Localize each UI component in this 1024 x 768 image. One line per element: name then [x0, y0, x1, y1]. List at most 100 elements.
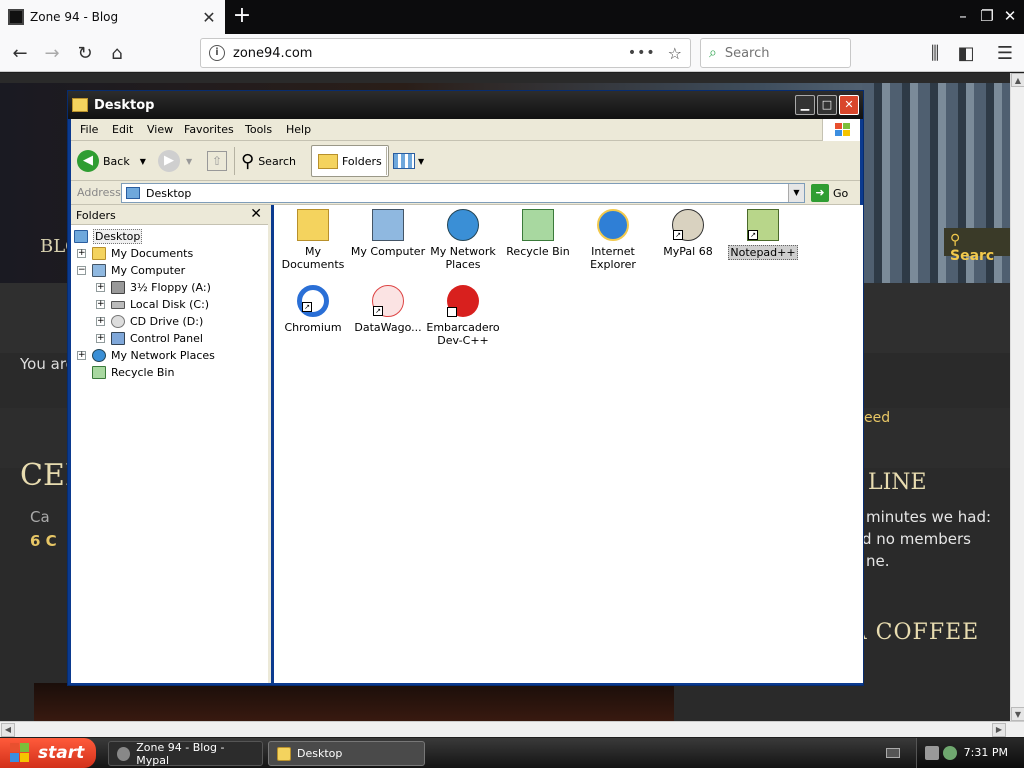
- menu-view[interactable]: View: [147, 123, 173, 136]
- tree-item-recycle-bin[interactable]: Recycle Bin: [92, 364, 174, 381]
- desktop-item[interactable]: ↗ DataWago...: [349, 285, 427, 334]
- desktop-item[interactable]: ↗ MyPal 68: [649, 209, 727, 258]
- tree-item-label[interactable]: Local Disk (C:): [130, 298, 209, 311]
- forward-arrow-icon[interactable]: →: [38, 40, 66, 68]
- menu-icon[interactable]: ☰: [991, 40, 1019, 68]
- desktop-item[interactable]: Recycle Bin: [499, 209, 577, 258]
- tree-item-label[interactable]: Recycle Bin: [111, 366, 174, 379]
- tree-item-label[interactable]: My Computer: [111, 264, 185, 277]
- back-button[interactable]: ◀ Back ▼: [77, 145, 146, 177]
- tree-item-label[interactable]: My Network Places: [111, 349, 215, 362]
- address-input[interactable]: Desktop ▼: [121, 183, 805, 203]
- menu-edit[interactable]: Edit: [112, 123, 133, 136]
- folders-button[interactable]: Folders: [311, 145, 389, 177]
- address-value[interactable]: Desktop: [146, 187, 191, 200]
- scroll-right-icon[interactable]: ▶: [992, 723, 1006, 737]
- tree-item-desktop[interactable]: Desktop: [74, 228, 143, 245]
- sidebar-icon[interactable]: ◧: [952, 40, 980, 68]
- post-comments[interactable]: 6 C: [30, 532, 57, 550]
- maximize-icon[interactable]: □: [817, 95, 837, 115]
- chevron-down-icon[interactable]: ▼: [418, 157, 424, 166]
- site-search-label[interactable]: Searc: [950, 248, 994, 264]
- expand-icon[interactable]: +: [77, 351, 86, 360]
- menu-tools[interactable]: Tools: [245, 123, 272, 136]
- library-icon[interactable]: ⫼: [921, 40, 949, 68]
- keyboard-icon[interactable]: [886, 748, 900, 758]
- close-icon[interactable]: ✕: [999, 5, 1021, 27]
- expand-icon[interactable]: +: [96, 317, 105, 326]
- close-icon[interactable]: ✕: [839, 95, 859, 115]
- clock[interactable]: 7:31 PM: [964, 746, 1008, 759]
- tree-item-label[interactable]: CD Drive (D:): [130, 315, 203, 328]
- info-icon[interactable]: i: [209, 45, 225, 61]
- minimize-icon[interactable]: ▁: [795, 95, 815, 115]
- network-icon: [447, 209, 479, 241]
- desktop-item[interactable]: ↗ Notepad++: [724, 209, 802, 260]
- desktop-item[interactable]: My Computer: [349, 209, 427, 258]
- search-input[interactable]: ⌕ Search: [700, 38, 851, 68]
- desktop-item[interactable]: ↗ Chromium: [274, 285, 352, 334]
- minimize-icon[interactable]: –: [952, 5, 974, 27]
- taskbar-item-browser[interactable]: Zone 94 - Blog - Mypal: [108, 741, 263, 767]
- views-button[interactable]: ▼: [393, 145, 424, 177]
- tree-item-my-computer[interactable]: − My Computer: [77, 262, 185, 279]
- search-button[interactable]: ⚲ Search: [241, 145, 296, 177]
- new-tab-button[interactable]: +: [229, 4, 255, 30]
- tree-item-label[interactable]: Desktop: [93, 229, 143, 244]
- tree-item-cd-drive[interactable]: + CD Drive (D:): [96, 313, 203, 330]
- up-button[interactable]: ⇧: [207, 145, 227, 177]
- go-button[interactable]: ➜ Go: [811, 183, 848, 203]
- collapse-icon[interactable]: −: [77, 266, 86, 275]
- url-bar[interactable]: i zone94.com ••• ☆: [200, 38, 691, 68]
- scroll-left-icon[interactable]: ◀: [1, 723, 15, 737]
- menu-help[interactable]: Help: [286, 123, 311, 136]
- desktop-item[interactable]: Internet Explorer: [574, 209, 652, 271]
- tree-item-label[interactable]: My Documents: [111, 247, 193, 260]
- taskbar-item-desktop[interactable]: Desktop: [268, 741, 425, 766]
- scroll-up-icon[interactable]: ▲: [1011, 73, 1024, 87]
- folders-label: Folders: [342, 154, 382, 168]
- menu-file[interactable]: File: [80, 123, 98, 136]
- online-line: minutes we had:: [866, 508, 992, 526]
- expand-icon[interactable]: +: [96, 300, 105, 309]
- post-category[interactable]: Ca: [30, 508, 50, 526]
- taskbar: start Zone 94 - Blog - Mypal Desktop 7:3…: [0, 738, 1024, 768]
- chevron-down-icon[interactable]: ▼: [788, 184, 804, 202]
- security-shield-icon[interactable]: [943, 746, 957, 760]
- explorer-title-bar[interactable]: Desktop ▁ □ ✕: [68, 91, 863, 119]
- expand-icon[interactable]: +: [96, 334, 105, 343]
- tree-item-control-panel[interactable]: + Control Panel: [96, 330, 203, 347]
- tree-item-local-disk[interactable]: + Local Disk (C:): [96, 296, 209, 313]
- expand-icon[interactable]: +: [77, 249, 86, 258]
- site-search-button[interactable]: ⚲ Searc: [944, 228, 1010, 264]
- chevron-down-icon[interactable]: ▼: [186, 157, 192, 166]
- desktop-item[interactable]: My Network Places: [424, 209, 502, 271]
- menu-favorites[interactable]: Favorites: [184, 123, 234, 136]
- desktop-item[interactable]: ↗ Embarcadero Dev-C++: [424, 285, 502, 347]
- chevron-down-icon[interactable]: ▼: [140, 157, 146, 166]
- browser-tab[interactable]: Zone 94 - Blog ✕: [0, 0, 225, 34]
- desktop-item[interactable]: My Documents: [274, 209, 352, 271]
- home-icon[interactable]: ⌂: [103, 40, 131, 68]
- reload-icon[interactable]: ↻: [71, 40, 99, 68]
- page-horizontal-scrollbar[interactable]: ◀ ▶: [0, 721, 1024, 737]
- expand-icon[interactable]: +: [96, 283, 105, 292]
- page-vertical-scrollbar[interactable]: ▲ ▼: [1010, 73, 1024, 721]
- scroll-down-icon[interactable]: ▼: [1011, 707, 1024, 721]
- back-arrow-icon[interactable]: ←: [6, 40, 34, 68]
- forward-button[interactable]: ▶ ▼: [158, 145, 192, 177]
- network-status-icon[interactable]: [925, 746, 939, 760]
- tree-item-my-documents[interactable]: + My Documents: [77, 245, 193, 262]
- close-icon[interactable]: ✕: [250, 206, 262, 222]
- tree-item-floppy[interactable]: + 3½ Floppy (A:): [96, 279, 211, 296]
- restore-icon[interactable]: ❐: [976, 5, 998, 27]
- url-text[interactable]: zone94.com: [233, 46, 628, 61]
- tree-item-label[interactable]: Control Panel: [130, 332, 203, 345]
- tree-item-label[interactable]: 3½ Floppy (A:): [130, 281, 211, 294]
- bookmark-star-icon[interactable]: ☆: [668, 44, 682, 63]
- tab-close-icon[interactable]: ✕: [201, 8, 217, 27]
- page-actions-icon[interactable]: •••: [628, 45, 656, 61]
- tree-item-network[interactable]: + My Network Places: [77, 347, 215, 364]
- start-button[interactable]: start: [0, 738, 96, 768]
- site-feed-link[interactable]: eed: [864, 410, 890, 426]
